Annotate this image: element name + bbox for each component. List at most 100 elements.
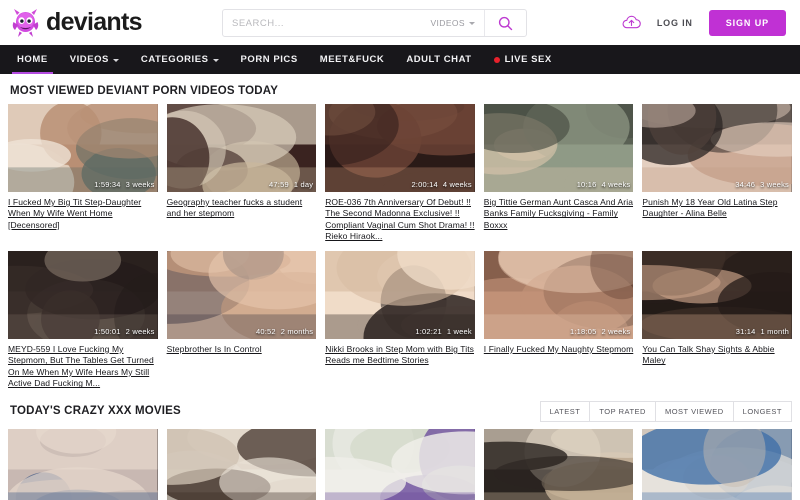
thumbnail-image <box>325 250 475 339</box>
video-thumbnail[interactable]: MEET&FUCK12:207 hours <box>325 428 475 500</box>
thumbnail-image <box>166 250 317 339</box>
video-card[interactable]: 40:52 2 months Stepbrother Is In Control <box>166 250 317 390</box>
video-duration: 34:46 <box>735 180 756 189</box>
video-meta: 40:52 2 months <box>256 327 313 336</box>
video-card[interactable]: 2:00:14 4 weeks ROE-036 7th Anniversary Of… <box>325 104 475 243</box>
video-duration: 31:14 <box>735 326 756 336</box>
video-card[interactable]: 12:437 hoursSislovesme Sexy Ass Twins Su… <box>642 428 792 500</box>
video-card[interactable]: 1:59:34 3 weeks I Fucked My Big Tit Step-D… <box>8 104 158 243</box>
video-thumbnail[interactable]: 40:52 2 months <box>166 250 317 339</box>
video-thumbnail[interactable]: 1:02:21 1 week <box>325 250 475 339</box>
thumbnail-image <box>483 104 634 192</box>
video-thumbnail[interactable]: 10:16 4 weeks <box>483 104 634 192</box>
site-header: deviants VIDEOS LOG IN SIGN UP <box>0 0 800 45</box>
nav-item-label: LIVE SEX <box>504 54 552 65</box>
nav-item-videos[interactable]: VIDEOS <box>59 45 130 74</box>
cloud-upload-icon[interactable] <box>622 15 641 30</box>
nav-item-label: ADULT CHAT <box>406 54 472 65</box>
video-title-link[interactable]: Stepbrother Is In Control <box>167 344 317 355</box>
video-card[interactable]: 1:02:21 1 week Nikki Brooks in Step Mom wi… <box>325 250 475 390</box>
filter-button-longest[interactable]: LONGEST <box>733 400 792 422</box>
video-title-link[interactable]: Punish My 18 Year Old Latina Step Daught… <box>642 197 792 220</box>
video-title-link[interactable]: You Can Talk Shay Sights & Abbie Maley <box>642 344 792 367</box>
video-meta: 2:00:14 4 weeks <box>411 180 471 189</box>
video-thumbnail[interactable]: 2:00:14 4 weeks <box>325 104 475 192</box>
video-thumbnail[interactable]: FREEUSE14:409 hours <box>483 428 634 500</box>
nav-item-live-sex[interactable]: LIVE SEX <box>483 45 563 74</box>
nav-item-label: PORN PICS <box>240 54 298 65</box>
video-card[interactable]: FREEUSE14:409 hoursLuscious Blonde Teen … <box>483 428 634 500</box>
video-card[interactable]: 1:18:05 2 weeks I Finally Fucked My Naught… <box>483 250 634 390</box>
site-logo[interactable]: deviants <box>12 8 143 38</box>
alien-monster-icon <box>12 8 39 37</box>
nav-item-categories[interactable]: CATEGORIES <box>130 45 230 74</box>
video-thumbnail[interactable]: 47:59 1 day <box>166 104 317 192</box>
thumbnail-image <box>325 104 475 192</box>
nav-item-label: HOME <box>17 54 48 65</box>
video-meta: 10:16 4 weeks <box>577 180 631 189</box>
nav-item-porn-pics[interactable]: PORN PICS <box>230 45 309 74</box>
video-card[interactable]: 31:14 1 month You Can Talk Shay Sights & A… <box>642 250 792 390</box>
video-title-link[interactable]: Geography teacher fucks a student and he… <box>167 197 317 220</box>
video-title-link[interactable]: Big Tittie German Aunt Casca And Aria Ba… <box>484 197 634 231</box>
main-navigation: HOME VIDEOS CATEGORIES PORN PICS MEET&FUCK AD… <box>0 45 800 74</box>
search-input[interactable] <box>223 10 427 36</box>
video-duration: 1:02:21 <box>415 326 442 336</box>
thumbnail-image <box>8 250 158 339</box>
video-card[interactable]: 34:46 3 weeks Punish My 18 Year Old Latina… <box>642 104 792 243</box>
video-card[interactable]: 47:59 1 day Geography teacher fucks a stud… <box>166 104 317 243</box>
nav-item-label: VIDEOS <box>69 54 109 65</box>
video-card[interactable]: MEET&FUCK12:207 hoursBig Tits MILF has T… <box>325 428 475 500</box>
video-title-link[interactable]: Nikki Brooks in Step Mom with Big Tits R… <box>325 344 475 367</box>
video-card[interactable]: 2:00:324 hours?????????????? <box>166 428 317 500</box>
video-card[interactable]: 1:50:01 2 weeks MEYD-559 I Love Fucking My… <box>8 250 158 390</box>
video-thumbnail[interactable]: 1:18:05 2 weeks <box>483 250 634 339</box>
video-card[interactable]: 10:16 4 weeks Big Tittie German Aunt Casca… <box>483 104 634 243</box>
video-title-link[interactable]: I Finally Fucked My Naughty Stepmom <box>484 344 634 355</box>
search-scope-dropdown[interactable]: VIDEOS <box>426 10 484 36</box>
video-meta: 1:59:34 3 weeks <box>94 180 154 189</box>
section-crazy-movies: TODAY'S CRAZY XXX MOVIES LATEST TOP RATED… <box>0 390 800 500</box>
header-actions: LOG IN SIGN UP <box>622 9 786 36</box>
filter-button-most-viewed[interactable]: MOST VIEWED <box>655 400 734 422</box>
nav-item-home[interactable]: HOME <box>6 45 59 74</box>
video-title-link[interactable]: MEYD-559 I Love Fucking My Stepmom, But … <box>8 344 158 390</box>
video-thumbnail[interactable]: 1:59:34 3 weeks <box>8 104 158 192</box>
video-meta: 31:14 1 month <box>736 327 789 336</box>
video-title-link[interactable]: ROE-036 7th Anniversary Of Debut! !! The… <box>325 197 475 243</box>
video-grid-row-1: 1:59:34 3 weeks I Fucked My Big Tit Step-D… <box>8 104 792 243</box>
signup-button[interactable]: SIGN UP <box>708 9 786 36</box>
thumbnail-image <box>166 104 317 192</box>
section-header: MOST VIEWED DEVIANT PORN VIDEOS TODAY <box>8 74 792 104</box>
chevron-down-icon <box>112 58 119 62</box>
search-bar: VIDEOS <box>222 9 527 37</box>
video-thumbnail[interactable]: 34:46 3 weeks <box>642 104 792 192</box>
nav-item-adult-chat[interactable]: ADULT CHAT <box>395 45 482 74</box>
video-thumbnail[interactable]: 31:14 1 month <box>642 250 792 339</box>
video-age: 1 week <box>446 326 472 336</box>
chevron-down-icon <box>469 21 475 25</box>
login-link[interactable]: LOG IN <box>657 18 693 28</box>
section-header-2: TODAY'S CRAZY XXX MOVIES LATEST TOP RATED… <box>8 390 792 429</box>
filter-button-top-rated[interactable]: TOP RATED <box>590 400 656 422</box>
video-thumbnail[interactable]: 12:437 hours <box>642 428 792 500</box>
video-thumbnail[interactable]: 2:00:324 hours <box>166 428 317 500</box>
video-title-link[interactable]: I Fucked My Big Tit Step-Daughter When M… <box>8 197 158 231</box>
video-age: 3 weeks <box>125 180 155 189</box>
video-grid-row-3: 20:556 hoursHot MILF Step Mom Creampied … <box>8 428 792 500</box>
video-age: 1 day <box>293 180 314 189</box>
video-card[interactable]: 20:556 hoursHot MILF Step Mom Creampied … <box>8 428 158 500</box>
nav-item-meet-fuck[interactable]: MEET&FUCK <box>309 45 396 74</box>
search-submit-button[interactable] <box>484 10 526 36</box>
live-indicator-dot <box>493 56 500 63</box>
video-duration: 1:50:01 <box>94 326 121 336</box>
video-duration: 10:16 <box>576 180 597 189</box>
thumbnail-image <box>642 250 792 339</box>
video-meta: 34:46 3 weeks <box>735 180 789 189</box>
filter-button-latest[interactable]: LATEST <box>539 400 591 422</box>
video-duration: 47:59 <box>269 180 289 189</box>
video-meta: 1:02:21 1 week <box>415 327 471 336</box>
video-thumbnail[interactable]: 20:556 hours <box>8 428 158 500</box>
video-thumbnail[interactable]: 1:50:01 2 weeks <box>8 250 158 339</box>
video-age: 4 weeks <box>442 180 472 189</box>
